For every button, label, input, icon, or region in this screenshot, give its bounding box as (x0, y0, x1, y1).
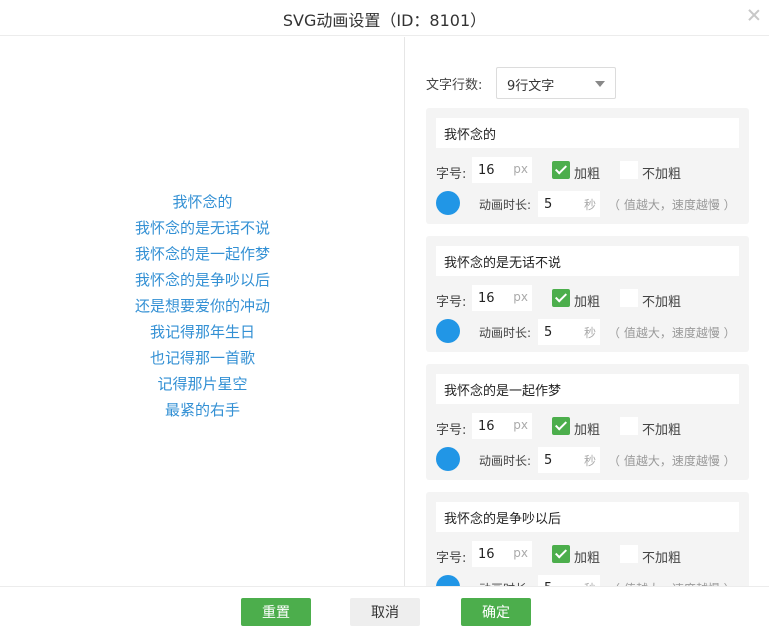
duration-input[interactable] (538, 319, 578, 345)
duration-label: 动画时长: (479, 198, 532, 212)
not-bold-label: 不加粗 (642, 423, 682, 438)
svg-preview-panel: 我怀念的 我怀念的是无话不说 我怀念的是一起作梦 我怀念的是争吵以后 还是想要爱… (0, 37, 405, 586)
dialog-footer: 重置 取消 确定 (0, 586, 769, 626)
duration-label: 动画时长: (479, 326, 532, 340)
line-text-input[interactable] (436, 502, 739, 532)
font-size-input[interactable] (472, 285, 510, 311)
preview-line: 我怀念的是无话不说 (134, 219, 270, 237)
preview-line: 还是想要爱你的冲动 (134, 297, 270, 315)
font-size-label: 字号: (436, 167, 467, 182)
font-size-input[interactable] (472, 157, 510, 183)
not-bold-checkbox[interactable] (620, 545, 638, 563)
font-size-field: px (472, 285, 532, 311)
line-setting-card: 字号: px 加粗 不加粗 动画时长: 秒 （ 值越大，速度越慢 ） (426, 364, 749, 480)
line-text-input[interactable] (436, 246, 739, 276)
duration-input[interactable] (538, 575, 578, 586)
dialog-title: SVG动画设置（ID：8101） (282, 11, 487, 30)
color-picker[interactable] (436, 319, 460, 343)
preview-line: 我记得那年生日 (149, 323, 255, 341)
not-bold-checkbox[interactable] (620, 289, 638, 307)
rows-select[interactable]: 9行文字 (496, 67, 616, 99)
duration-input[interactable] (538, 447, 578, 473)
dialog-header: SVG动画设置（ID：8101） (0, 0, 769, 36)
font-size-input[interactable] (472, 413, 510, 439)
bold-checkbox[interactable] (552, 289, 570, 307)
preview-line: 我怀念的是争吵以后 (134, 271, 270, 289)
duration-unit: 秒 (583, 326, 596, 340)
font-size-unit: px (513, 290, 528, 304)
line-text-input[interactable] (436, 118, 739, 148)
line-setting-card: 字号: px 加粗 不加粗 动画时长: 秒 （ 值越大，速度越慢 ） (426, 492, 749, 586)
line-setting-card: 字号: px 加粗 不加粗 动画时长: 秒 （ 值越大，速度越慢 ） (426, 108, 749, 224)
duration-label: 动画时长: (479, 454, 532, 468)
line-setting-card: 字号: px 加粗 不加粗 动画时长: 秒 （ 值越大，速度越慢 ） (426, 236, 749, 352)
font-size-field: px (472, 157, 532, 183)
preview-line: 记得那片星空 (157, 375, 248, 393)
not-bold-checkbox[interactable] (620, 161, 638, 179)
preview-line: 最紧的右手 (164, 401, 240, 419)
bold-label: 加粗 (574, 423, 601, 438)
preview-lines: 我怀念的 我怀念的是无话不说 我怀念的是一起作梦 我怀念的是争吵以后 还是想要爱… (0, 189, 405, 423)
duration-hint: （ 值越大，速度越慢 ） (608, 454, 736, 468)
font-size-label: 字号: (436, 423, 467, 438)
close-icon[interactable] (747, 8, 761, 22)
not-bold-checkbox[interactable] (620, 417, 638, 435)
font-size-unit: px (513, 162, 528, 176)
duration-input[interactable] (538, 191, 578, 217)
font-size-label: 字号: (436, 551, 467, 566)
chevron-down-icon (595, 81, 605, 87)
preview-line: 我怀念的是一起作梦 (134, 245, 270, 263)
bold-label: 加粗 (574, 167, 601, 182)
bold-checkbox[interactable] (552, 161, 570, 179)
preview-line: 也记得那一首歌 (149, 349, 255, 367)
duration-field: 秒 (538, 447, 600, 473)
duration-field: 秒 (538, 319, 600, 345)
bold-label: 加粗 (574, 295, 601, 310)
not-bold-label: 不加粗 (642, 295, 682, 310)
color-picker[interactable] (436, 575, 460, 586)
duration-unit: 秒 (583, 198, 596, 212)
bold-checkbox[interactable] (552, 417, 570, 435)
duration-hint: （ 值越大，速度越慢 ） (608, 198, 736, 212)
not-bold-label: 不加粗 (642, 551, 682, 566)
bold-label: 加粗 (574, 551, 601, 566)
duration-field: 秒 (538, 575, 600, 586)
font-size-input[interactable] (472, 541, 510, 567)
rows-select-value: 9行文字 (507, 79, 555, 94)
reset-button[interactable]: 重置 (241, 598, 311, 626)
font-size-field: px (472, 541, 532, 567)
line-text-input[interactable] (436, 374, 739, 404)
font-size-unit: px (513, 546, 528, 560)
bold-checkbox[interactable] (552, 545, 570, 563)
color-picker[interactable] (436, 447, 460, 471)
font-size-label: 字号: (436, 295, 467, 310)
color-picker[interactable] (436, 191, 460, 215)
rows-label: 文字行数: (426, 78, 483, 93)
cancel-button[interactable]: 取消 (350, 598, 420, 626)
confirm-button[interactable]: 确定 (461, 598, 531, 626)
preview-line: 我怀念的 (172, 193, 233, 211)
font-size-unit: px (513, 418, 528, 432)
settings-panel[interactable]: 文字行数: 9行文字 字号: px 加粗 不加粗 动画时长: 秒 （ 值越大，速… (406, 37, 769, 586)
duration-unit: 秒 (583, 454, 596, 468)
font-size-field: px (472, 413, 532, 439)
duration-field: 秒 (538, 191, 600, 217)
not-bold-label: 不加粗 (642, 167, 682, 182)
duration-hint: （ 值越大，速度越慢 ） (608, 326, 736, 340)
